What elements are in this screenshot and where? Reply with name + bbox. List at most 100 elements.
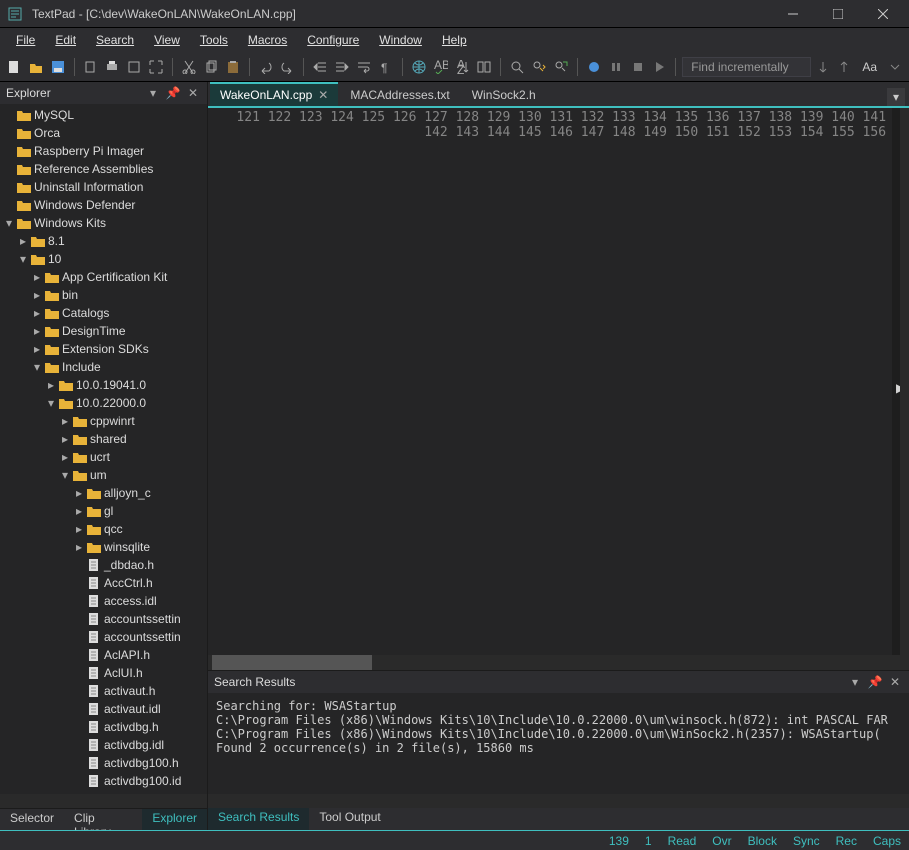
preview-icon[interactable]	[124, 56, 144, 78]
menu-file[interactable]: File	[6, 31, 45, 49]
minimize-button[interactable]	[770, 0, 815, 28]
tree-file-activaut-idl[interactable]: activaut.idl	[0, 700, 207, 718]
search-dropdown-icon[interactable]: ▾	[847, 675, 863, 689]
tab-tool-output[interactable]: Tool Output	[309, 808, 390, 830]
tree-19041[interactable]: ▸10.0.19041.0	[0, 376, 207, 394]
find-icon[interactable]	[507, 56, 527, 78]
tree-10[interactable]: ▾10	[0, 250, 207, 268]
explorer-close-icon[interactable]: ✕	[185, 86, 201, 100]
tree-orca[interactable]: Orca	[0, 124, 207, 142]
search-results-body[interactable]: Searching for: WSAStartup C:\Program Fil…	[208, 693, 909, 794]
tree-um[interactable]: ▾um	[0, 466, 207, 484]
code-editor[interactable]: 121 122 123 124 125 126 127 128 129 130 …	[208, 108, 909, 655]
menu-edit[interactable]: Edit	[45, 31, 86, 49]
tree-designtime[interactable]: ▸DesignTime	[0, 322, 207, 340]
record-macro-icon[interactable]	[584, 56, 604, 78]
tree-file-activdbg-idl[interactable]: activdbg.idl	[0, 736, 207, 754]
editor-tab-WinSock2-h[interactable]: WinSock2.h	[462, 83, 546, 106]
menu-tools[interactable]: Tools	[190, 31, 238, 49]
indent-left-icon[interactable]	[310, 56, 330, 78]
find-next-icon[interactable]	[529, 56, 549, 78]
editor-tab-MACAddresses-txt[interactable]: MACAddresses.txt	[340, 83, 459, 106]
tab-overflow-icon[interactable]: ▾	[887, 88, 905, 106]
tab-explorer[interactable]: Explorer	[142, 809, 207, 830]
tree-file-accountssettin[interactable]: accountssettin	[0, 610, 207, 628]
replace-icon[interactable]	[551, 56, 571, 78]
tree-catalogs[interactable]: ▸Catalogs	[0, 304, 207, 322]
tree-cppwinrt[interactable]: ▸cppwinrt	[0, 412, 207, 430]
search-down-icon[interactable]	[813, 56, 833, 78]
tree-windows-kits[interactable]: ▾Windows Kits	[0, 214, 207, 232]
tree-raspberry-pi-imager[interactable]: Raspberry Pi Imager	[0, 142, 207, 160]
tree-22000[interactable]: ▾10.0.22000.0	[0, 394, 207, 412]
editor-tab-WakeOnLAN-cpp[interactable]: WakeOnLAN.cpp✕	[210, 82, 338, 106]
pilcrow-icon[interactable]: ¶	[376, 56, 396, 78]
explorer-hscroll[interactable]	[0, 794, 207, 808]
paste-icon[interactable]	[223, 56, 243, 78]
stop-macro-icon[interactable]	[628, 56, 648, 78]
maximize-button[interactable]	[815, 0, 860, 28]
tree-alljoyn_c[interactable]: ▸alljoyn_c	[0, 484, 207, 502]
menu-configure[interactable]: Configure	[297, 31, 369, 49]
file-tree[interactable]: MySQLOrcaRaspberry Pi ImagerReference As…	[0, 104, 207, 794]
tab-close-icon[interactable]: ✕	[318, 88, 328, 102]
tree-ucrt[interactable]: ▸ucrt	[0, 448, 207, 466]
tab-search-results[interactable]: Search Results	[208, 808, 309, 830]
new-file-icon[interactable]	[4, 56, 24, 78]
copy2-icon[interactable]	[201, 56, 221, 78]
tree-file-activdbg100-h[interactable]: activdbg100.h	[0, 754, 207, 772]
explorer-pin-icon[interactable]: 📌	[165, 86, 181, 100]
globe-icon[interactable]	[409, 56, 429, 78]
indent-right-icon[interactable]	[332, 56, 352, 78]
tab-clip-library[interactable]: Clip Library	[64, 809, 142, 830]
tree-file-accountssettin[interactable]: accountssettin	[0, 628, 207, 646]
code-body[interactable]: // Create socket // Socket variables WSA…	[892, 108, 900, 655]
tab-selector[interactable]: Selector	[0, 809, 64, 830]
search-up-icon[interactable]	[835, 56, 855, 78]
sort-icon[interactable]: AZ	[453, 56, 473, 78]
fullscreen-icon[interactable]	[146, 56, 166, 78]
tree-file-AclUI-h[interactable]: AclUI.h	[0, 664, 207, 682]
wrap-icon[interactable]	[354, 56, 374, 78]
tree-file-AclAPI-h[interactable]: AclAPI.h	[0, 646, 207, 664]
open-file-icon[interactable]	[26, 56, 46, 78]
tree-windows-defender[interactable]: Windows Defender	[0, 196, 207, 214]
print-icon[interactable]	[102, 56, 122, 78]
editor-vscroll[interactable]	[900, 108, 909, 655]
explorer-dropdown-icon[interactable]: ▾	[145, 86, 161, 100]
menu-window[interactable]: Window	[369, 31, 432, 49]
tree-include[interactable]: ▾Include	[0, 358, 207, 376]
search-pin-icon[interactable]: 📌	[867, 675, 883, 689]
tree-gl[interactable]: ▸gl	[0, 502, 207, 520]
tree-qcc[interactable]: ▸qcc	[0, 520, 207, 538]
menu-help[interactable]: Help	[432, 31, 477, 49]
tree-app-certification-kit[interactable]: ▸App Certification Kit	[0, 268, 207, 286]
tree-shared[interactable]: ▸shared	[0, 430, 207, 448]
tree-file-access-idl[interactable]: access.idl	[0, 592, 207, 610]
save-icon[interactable]	[48, 56, 68, 78]
tree-winsqlite[interactable]: ▸winsqlite	[0, 538, 207, 556]
tree-extension-sdks[interactable]: ▸Extension SDKs	[0, 340, 207, 358]
copy-icon[interactable]	[81, 56, 101, 78]
search-close-icon[interactable]: ✕	[887, 675, 903, 689]
undo-icon[interactable]	[256, 56, 276, 78]
close-button[interactable]	[860, 0, 905, 28]
play-macro-icon[interactable]	[650, 56, 670, 78]
tree-file-activdbg-h[interactable]: activdbg.h	[0, 718, 207, 736]
tree-reference-assemblies[interactable]: Reference Assemblies	[0, 160, 207, 178]
tree-uninstall-information[interactable]: Uninstall Information	[0, 178, 207, 196]
spellcheck-icon[interactable]: ABC	[431, 56, 451, 78]
toolbar-dropdown-icon[interactable]	[885, 56, 905, 78]
search-hscroll[interactable]	[208, 794, 909, 808]
tree-file-activdbg100-id[interactable]: activdbg100.id	[0, 772, 207, 790]
compare-icon[interactable]	[474, 56, 494, 78]
tree-8-1[interactable]: ▸8.1	[0, 232, 207, 250]
redo-icon[interactable]	[278, 56, 298, 78]
tree-file-_dbdao-h[interactable]: _dbdao.h	[0, 556, 207, 574]
cut-icon[interactable]	[179, 56, 199, 78]
pause-macro-icon[interactable]	[606, 56, 626, 78]
menu-view[interactable]: View	[144, 31, 190, 49]
menu-macros[interactable]: Macros	[238, 31, 297, 49]
tree-file-AccCtrl-h[interactable]: AccCtrl.h	[0, 574, 207, 592]
tree-bin[interactable]: ▸bin	[0, 286, 207, 304]
